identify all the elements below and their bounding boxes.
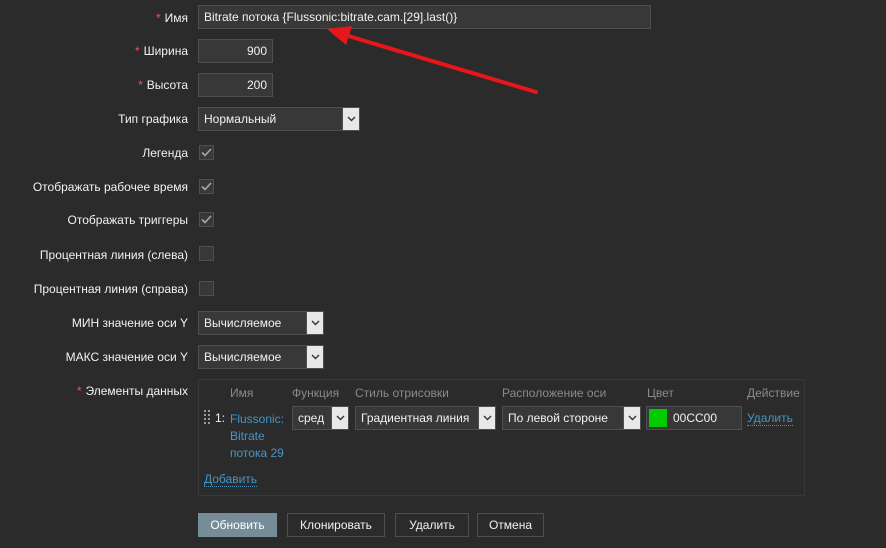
annotation-arrow-icon — [327, 26, 538, 94]
